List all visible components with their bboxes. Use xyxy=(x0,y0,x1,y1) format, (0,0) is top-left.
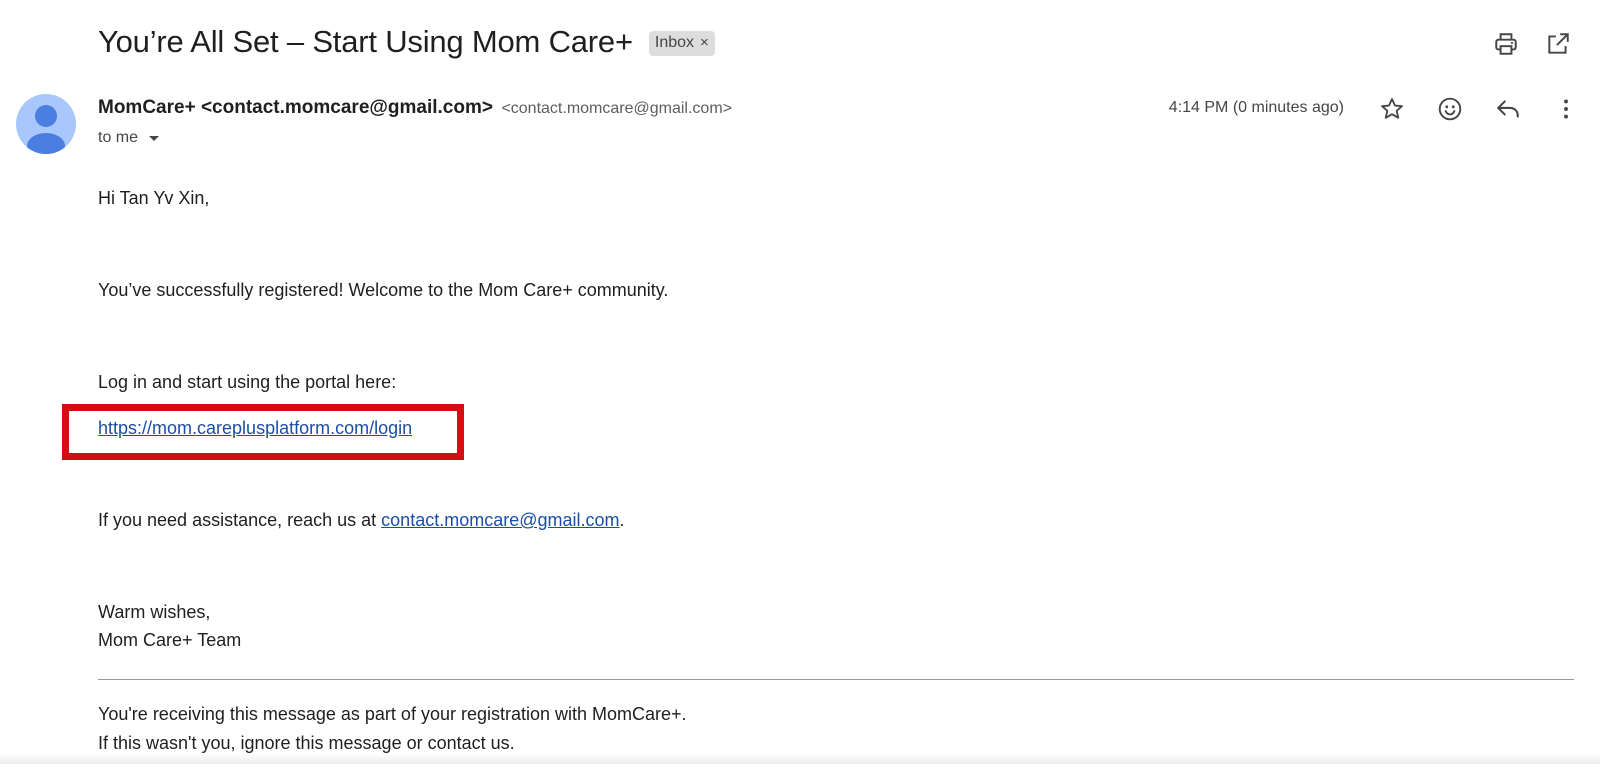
contact-email-link[interactable]: contact.momcare@gmail.com xyxy=(381,510,619,530)
signoff-line-2: Mom Care+ Team xyxy=(98,630,242,650)
more-vert-icon[interactable] xyxy=(1552,95,1580,123)
top-actions xyxy=(1492,30,1572,58)
star-icon[interactable] xyxy=(1378,95,1406,123)
footer-line-1: You're receiving this message as part of… xyxy=(98,704,687,724)
email-timestamp: 4:14 PM (0 minutes ago) xyxy=(1168,99,1344,116)
printer-icon[interactable] xyxy=(1492,30,1520,58)
inbox-label-chip[interactable]: Inbox × xyxy=(648,30,715,56)
signoff-line-1: Warm wishes, xyxy=(98,602,211,622)
recipient-line: to me xyxy=(98,128,160,148)
reply-icon[interactable] xyxy=(1494,95,1522,123)
open-in-new-icon[interactable] xyxy=(1544,30,1572,58)
assistance-text: If you need assistance, reach us at cont… xyxy=(98,506,625,534)
assistance-suffix: . xyxy=(619,510,625,530)
recipient-text: to me xyxy=(98,129,139,146)
sender-line: MomCare+ <contact.momcare@gmail.com> <co… xyxy=(98,97,732,119)
remove-label-icon[interactable]: × xyxy=(700,34,709,51)
details-dropdown-icon[interactable] xyxy=(148,130,160,148)
message-actions xyxy=(1378,95,1580,123)
bottom-edge xyxy=(0,754,1600,764)
assistance-prefix: If you need assistance, reach us at xyxy=(98,510,382,530)
link-highlight-box xyxy=(62,404,464,460)
email-view: You’re All Set – Start Using Mom Care+ I… xyxy=(0,0,1600,764)
email-subject: You’re All Set – Start Using Mom Care+ xyxy=(98,24,633,59)
footer-divider xyxy=(98,679,1574,680)
sender-email: <contact.momcare@gmail.com> xyxy=(501,100,732,117)
sender-name[interactable]: MomCare+ <contact.momcare@gmail.com> xyxy=(98,97,493,118)
welcome-text: You’ve successfully registered! Welcome … xyxy=(98,280,669,300)
emoji-icon[interactable] xyxy=(1436,95,1464,123)
person-avatar-icon xyxy=(16,94,76,154)
email-footer: You're receiving this message as part of… xyxy=(98,700,687,758)
login-prompt: Log in and start using the portal here: xyxy=(98,372,397,392)
subject-row: You’re All Set – Start Using Mom Care+ I… xyxy=(98,24,715,60)
label-text: Inbox xyxy=(654,33,695,51)
greeting: Hi Tan Yv Xin, xyxy=(98,188,210,208)
